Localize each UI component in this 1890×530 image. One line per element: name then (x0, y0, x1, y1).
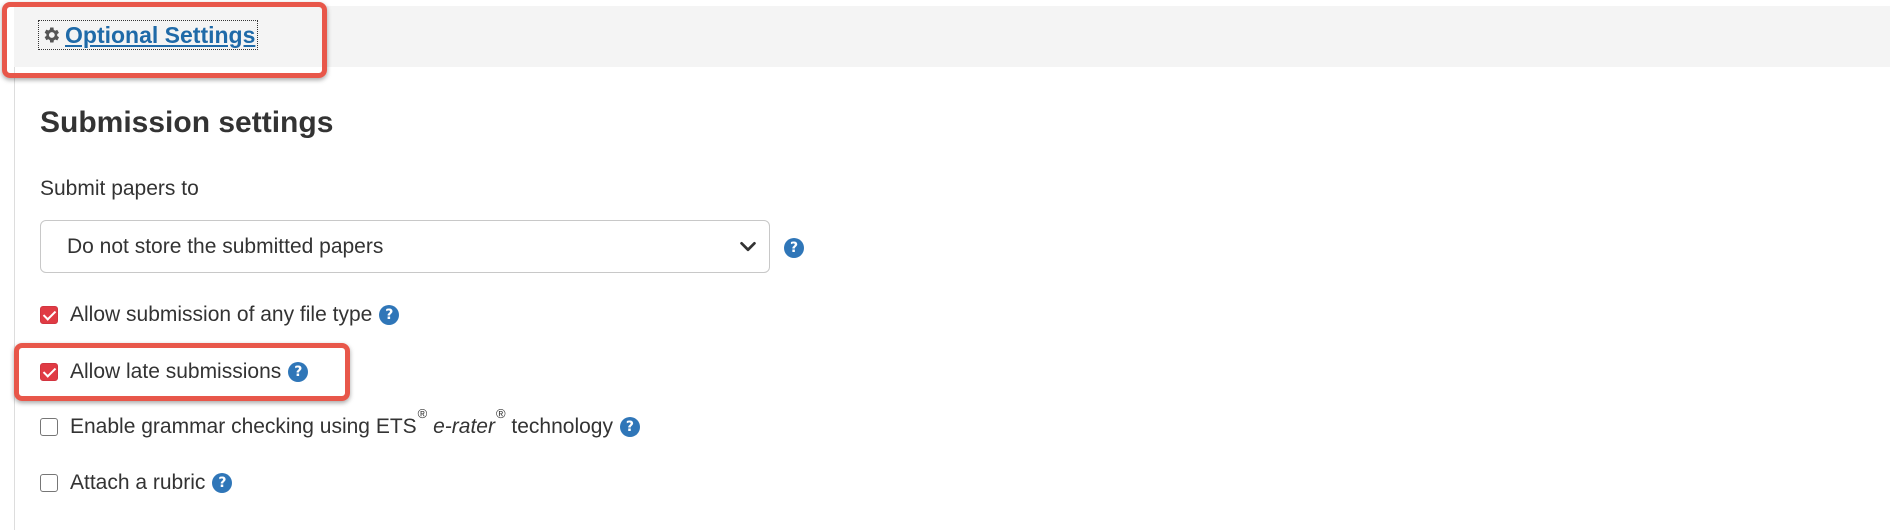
highlight-annotation-late-submissions (14, 343, 350, 401)
highlight-annotation-optional-settings (2, 2, 327, 78)
help-circle-icon[interactable]: ? (212, 473, 233, 493)
help-circle-icon[interactable]: ? (379, 305, 400, 325)
submit-papers-select[interactable]: Do not store the submitted papers (40, 220, 770, 273)
submit-papers-label: Submit papers to (40, 177, 199, 200)
attach-rubric-label: Attach a rubric (70, 471, 206, 494)
option-attach-rubric: Attach a rubric ? (40, 469, 233, 497)
section-title: Submission settings (40, 106, 334, 139)
option-grammar-checking: Enable grammar checking using ETS® e-rat… (40, 406, 640, 441)
allow-any-file-type-checkbox[interactable] (40, 306, 58, 324)
grammar-checking-label: Enable grammar checking using ETS® e-rat… (70, 406, 613, 438)
allow-any-file-type-label: Allow submission of any file type (70, 303, 373, 326)
attach-rubric-checkbox[interactable] (40, 474, 58, 492)
help-circle-icon[interactable]: ? (619, 417, 640, 437)
submit-papers-selected-value: Do not store the submitted papers (67, 234, 384, 258)
help-circle-icon[interactable]: ? (784, 238, 804, 258)
grammar-checking-checkbox[interactable] (40, 418, 58, 436)
option-allow-any-file-type: Allow submission of any file type ? (40, 301, 400, 329)
chevron-down-icon (740, 241, 756, 252)
